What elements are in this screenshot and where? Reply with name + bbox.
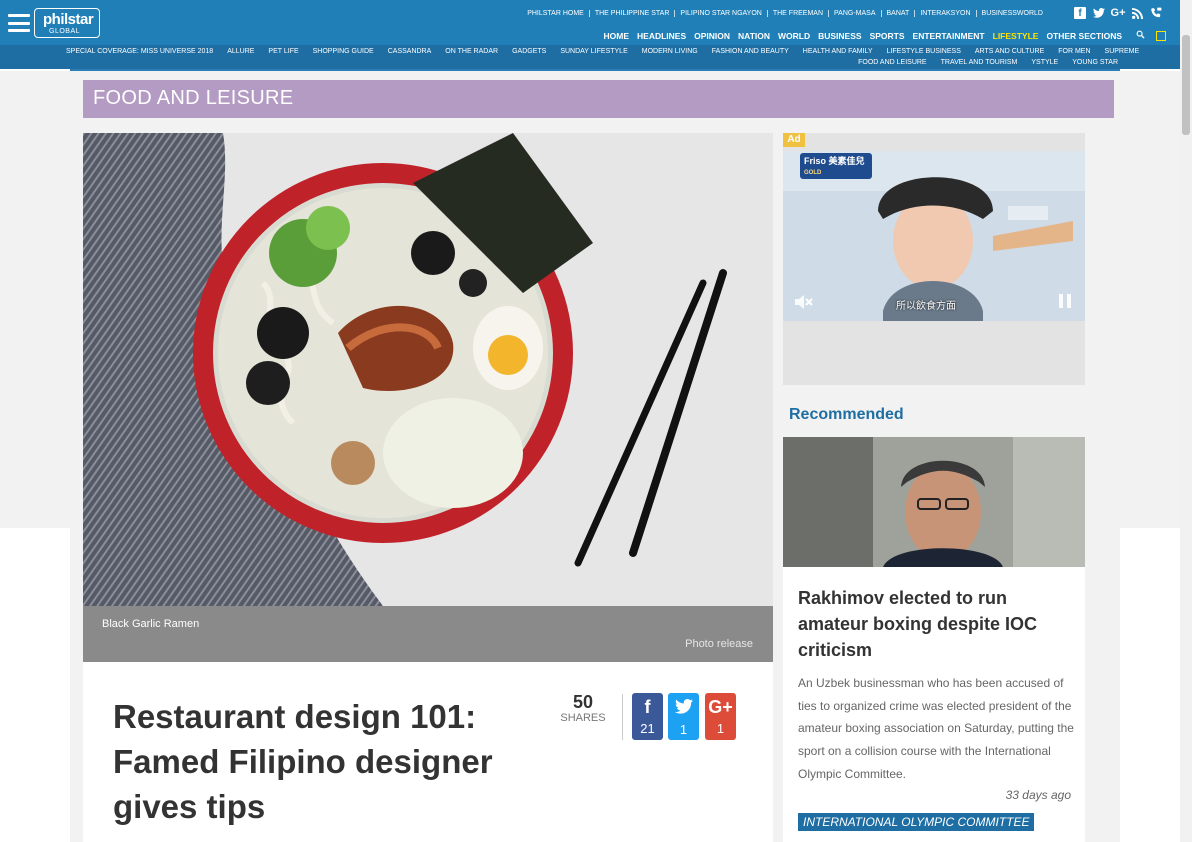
subnav-modern-living[interactable]: MODERN LIVING [642, 48, 698, 55]
share-count-number: 50 [572, 692, 594, 712]
phone-icon[interactable] [1150, 7, 1162, 19]
hero-caption: Black Garlic Ramen Photo release [83, 606, 773, 662]
facebook-icon: f [644, 697, 651, 717]
section-title: FOOD AND LEISURE [93, 87, 294, 109]
subnav-sunday-lifestyle[interactable]: SUNDAY LIFESTYLE [560, 48, 627, 55]
recommended-image[interactable] [783, 437, 1085, 567]
nav-business[interactable]: BUSINESS [814, 31, 865, 41]
subnav-shopping-guide[interactable]: SHOPPING GUIDE [313, 48, 374, 55]
top-link-banat[interactable]: BANAT [882, 10, 916, 17]
lifestyle-subnav: SPECIAL COVERAGE: MISS UNIVERSE 2018 ALL… [0, 45, 1192, 69]
subnav-young-star[interactable]: YOUNG STAR [1072, 59, 1118, 66]
subnav-gadgets[interactable]: GADGETS [512, 48, 546, 55]
caption-title: Black Garlic Ramen [102, 618, 200, 630]
subnav-divider [70, 69, 1120, 71]
pause-icon[interactable] [1058, 293, 1072, 309]
subnav-on-the-radar[interactable]: ON THE RADAR [445, 48, 498, 55]
facebook-share-button[interactable]: f 21 [632, 693, 663, 740]
network-links: PHILSTAR HOME THE PHILIPPINE STAR PILIPI… [522, 10, 1048, 17]
facebook-icon[interactable]: f [1074, 7, 1086, 19]
rss-icon[interactable] [1131, 7, 1143, 19]
search-icon[interactable] [1132, 30, 1146, 41]
ad-video[interactable]: Friso 美素佳兒 GOLD 所以飲食方面 [783, 151, 1085, 321]
article-header: Restaurant design 101: Famed Filipino de… [83, 662, 773, 842]
subnav-row-1: SPECIAL COVERAGE: MISS UNIVERSE 2018 ALL… [66, 48, 1153, 55]
google-plus-icon[interactable]: G+ [1111, 7, 1126, 19]
top-link-businessworld[interactable]: BUSINESSWORLD [977, 10, 1048, 17]
main-navigation: HOME HEADLINES OPINION NATION WORLD BUSI… [600, 30, 1166, 41]
subnav-miss-universe[interactable]: SPECIAL COVERAGE: MISS UNIVERSE 2018 [66, 48, 213, 55]
top-header: philstar GLOBAL PHILSTAR HOME THE PHILIP… [0, 0, 1192, 45]
subnav-supreme[interactable]: SUPREME [1105, 48, 1140, 55]
nav-nation[interactable]: NATION [734, 31, 774, 41]
subnav-row-2: FOOD AND LEISURE TRAVEL AND TOURISM YSTY… [844, 59, 1118, 66]
google-plus-icon: G+ [708, 697, 733, 717]
recommended-tag[interactable]: INTERNATIONAL OLYMPIC COMMITTEE [798, 813, 1035, 831]
mute-icon[interactable] [793, 293, 813, 311]
ad-brand-logo: Friso 美素佳兒 GOLD [800, 153, 872, 179]
nav-home[interactable]: HOME [600, 31, 634, 41]
nav-world[interactable]: WORLD [774, 31, 814, 41]
top-link-pilipino-star[interactable]: PILIPINO STAR NGAYON [675, 10, 768, 17]
hero-image[interactable] [83, 133, 773, 606]
nav-lifestyle[interactable]: LIFESTYLE [989, 31, 1043, 41]
recommended-summary: An Uzbek businessman who has been accuse… [798, 676, 1074, 781]
nav-headlines[interactable]: HEADLINES [633, 31, 690, 41]
subnav-allure[interactable]: ALLURE [227, 48, 254, 55]
recommended-timestamp: 33 days ago [1005, 788, 1071, 802]
logo-sub-text: GLOBAL [49, 28, 81, 35]
philstar-logo[interactable]: philstar GLOBAL [34, 8, 100, 38]
subnav-ystyle[interactable]: YSTYLE [1031, 59, 1058, 66]
twitter-share-count: 1 [679, 722, 688, 737]
subnav-pet-life[interactable]: PET LIFE [268, 48, 298, 55]
subnav-fashion-beauty[interactable]: FASHION AND BEAUTY [712, 48, 789, 55]
user-account-icon[interactable] [1156, 30, 1166, 41]
subnav-lifestyle-business[interactable]: LIFESTYLE BUSINESS [887, 48, 961, 55]
share-count-label: SHARES [560, 712, 606, 724]
subnav-for-men[interactable]: FOR MEN [1058, 48, 1090, 55]
hamburger-menu-icon[interactable] [8, 14, 30, 32]
twitter-icon [668, 693, 699, 722]
subnav-cassandra[interactable]: CASSANDRA [388, 48, 432, 55]
subnav-health-family[interactable]: HEALTH AND FAMILY [803, 48, 873, 55]
ad-label: Ad [783, 133, 805, 147]
social-links: f G+ [1074, 7, 1162, 19]
recommended-card[interactable]: Rakhimov elected to run amateur boxing d… [783, 437, 1085, 842]
logo-main-text: philstar [43, 11, 94, 28]
ad-brand-sub: GOLD [804, 170, 822, 176]
recommended-headline[interactable]: Rakhimov elected to run amateur boxing d… [798, 585, 1078, 663]
ad-brand-name: Friso 美素佳兒 [804, 156, 865, 166]
subnav-travel-tourism[interactable]: TRAVEL AND TOURISM [941, 59, 1018, 66]
top-link-pang-masa[interactable]: PANG-MASA [829, 10, 882, 17]
nav-other-sections[interactable]: OTHER SECTIONS [1042, 31, 1126, 41]
ad-subtitle: 所以飲食方面 [896, 301, 956, 312]
top-link-philstar-home[interactable]: PHILSTAR HOME [522, 10, 590, 17]
top-link-freeman[interactable]: THE FREEMAN [768, 10, 830, 17]
nav-sports[interactable]: SPORTS [866, 31, 909, 41]
top-link-philippine-star[interactable]: THE PHILIPPINE STAR [590, 10, 676, 17]
facebook-share-count: 21 [640, 721, 655, 736]
share-divider [622, 694, 623, 740]
twitter-icon[interactable] [1093, 7, 1105, 19]
section-header: FOOD AND LEISURE [83, 80, 1114, 118]
caption-credit: Photo release [685, 638, 753, 650]
recommended-heading: Recommended [789, 406, 904, 423]
google-plus-share-button[interactable]: G+ 1 [705, 693, 736, 740]
scrollbar-thumb[interactable] [1182, 35, 1190, 135]
twitter-share-button[interactable]: 1 [668, 693, 699, 740]
article-headline: Restaurant design 101: Famed Filipino de… [113, 698, 493, 825]
nav-opinion[interactable]: OPINION [690, 31, 734, 41]
page-scrollbar[interactable] [1180, 0, 1192, 842]
subnav-food-leisure[interactable]: FOOD AND LEISURE [858, 59, 926, 66]
nav-entertainment[interactable]: ENTERTAINMENT [909, 31, 989, 41]
google-plus-share-count: 1 [716, 721, 725, 736]
top-link-interaksyon[interactable]: INTERAKSYON [915, 10, 977, 17]
subnav-arts-culture[interactable]: ARTS AND CULTURE [975, 48, 1044, 55]
share-count: 50 SHARES [555, 692, 611, 724]
